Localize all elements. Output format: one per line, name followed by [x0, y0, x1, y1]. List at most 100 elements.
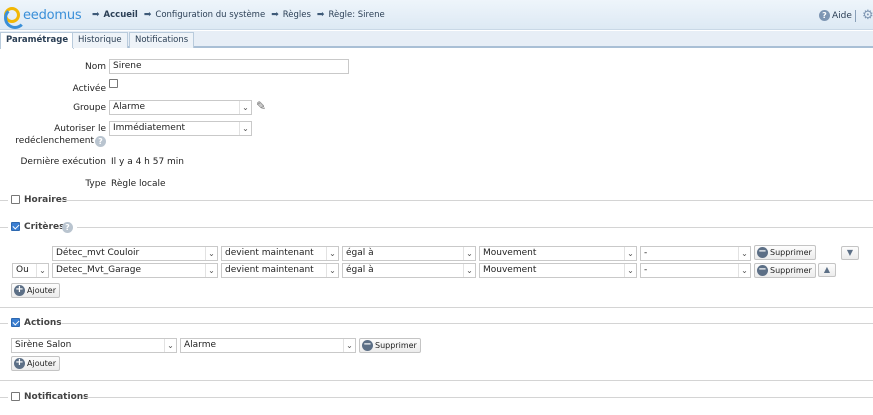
type-value: Règle locale: [111, 179, 166, 189]
criteres-checkbox[interactable]: [11, 222, 20, 231]
critere-condition-value: devient maintenant: [225, 265, 314, 275]
arrow-right-icon: ➡: [92, 10, 100, 20]
section-divider: [65, 200, 873, 201]
criteres-add-label: Ajouter: [27, 286, 57, 295]
tab-notifications[interactable]: Notifications: [129, 32, 195, 48]
chevron-down-icon: ⌄: [164, 339, 176, 352]
chevron-down-icon: ⌄: [239, 101, 251, 114]
action-value-value: Alarme: [184, 340, 217, 350]
critere-value-value: Mouvement: [483, 265, 537, 275]
pencil-icon[interactable]: ✎: [256, 99, 266, 113]
question-icon[interactable]: ?: [62, 222, 73, 233]
activee-label: Activée: [72, 84, 106, 94]
chevron-down-icon: ⌄: [205, 264, 217, 277]
critere-delete-label: Supprimer: [770, 248, 812, 257]
critere-device-select[interactable]: Détec_mvt Couloir ⌄: [52, 246, 218, 261]
minus-circle-icon: −: [757, 264, 768, 276]
actions-checkbox[interactable]: [11, 318, 20, 327]
triangle-down-icon: ▼: [846, 248, 854, 257]
tab-historique[interactable]: Historique: [72, 32, 128, 48]
help-label: Aide: [832, 10, 852, 21]
chevron-down-icon: ⌄: [624, 247, 636, 260]
criteres-add-button[interactable]: + Ajouter: [11, 283, 61, 298]
critere-value-select[interactable]: Mouvement ⌄: [479, 263, 637, 278]
nom-input[interactable]: Sirene: [109, 59, 349, 74]
chevron-down-icon: ⌄: [463, 247, 475, 260]
autoriser-label-line2: redéclenchement: [15, 136, 94, 146]
chevron-down-icon: ⌄: [239, 122, 251, 135]
criteres-title: Critères: [24, 222, 65, 232]
critere-extra-select[interactable]: - ⌄: [640, 263, 751, 278]
groupe-label: Groupe: [73, 103, 106, 113]
help-icon: ?: [819, 10, 830, 21]
chevron-down-icon: ⌄: [36, 264, 48, 277]
critere-operator-select[interactable]: égal à ⌄: [342, 263, 476, 278]
minus-circle-icon: −: [362, 339, 373, 351]
section-divider: [0, 307, 873, 308]
critere-value-value: Mouvement: [483, 248, 537, 258]
arrow-right-icon: ➡: [143, 10, 152, 20]
help-link[interactable]: ? Aide: [819, 10, 852, 21]
breadcrumb: ➡ Accueil ➡ Configuration du système ➡ R…: [92, 10, 385, 20]
move-down-button[interactable]: ▼: [841, 246, 859, 260]
action-device-value: Sirène Salon: [15, 340, 72, 350]
chevron-down-icon: ⌄: [738, 247, 750, 260]
eedomus-logo[interactable]: eedomus: [4, 7, 82, 29]
critere-device-value: Détec_mvt Couloir: [56, 248, 140, 258]
critere-extra-select[interactable]: - ⌄: [640, 246, 751, 261]
logo-icon: [4, 7, 26, 29]
critere-operator-select[interactable]: égal à ⌄: [342, 246, 476, 261]
breadcrumb-config[interactable]: Configuration du système: [155, 10, 265, 20]
critere-value-select[interactable]: Mouvement ⌄: [479, 246, 637, 261]
tab-bar: Paramétrage Historique Notifications: [0, 31, 873, 49]
horaires-checkbox[interactable]: [11, 195, 20, 204]
chevron-down-icon: ⌄: [463, 264, 475, 277]
section-divider: [0, 323, 8, 324]
move-up-button[interactable]: ▲: [818, 263, 836, 277]
critere-extra-value: -: [644, 265, 648, 275]
autoriser-value: Immédiatement: [113, 123, 186, 133]
section-divider: [84, 397, 873, 398]
critere-condition-select[interactable]: devient maintenant ⌄: [221, 263, 339, 278]
section-divider: [77, 227, 873, 228]
arrow-right-icon: ➡: [271, 10, 279, 20]
critere-connector-select[interactable]: Ou ⌄: [12, 263, 49, 278]
action-delete-label: Supprimer: [375, 341, 417, 350]
breadcrumb-regles[interactable]: Règles: [283, 10, 311, 20]
question-icon[interactable]: ?: [95, 136, 106, 147]
type-label: Type: [85, 179, 106, 189]
breadcrumb-current: Règle: Sirene: [328, 10, 385, 20]
chevron-down-icon: ⌄: [326, 264, 338, 277]
groupe-value: Alarme: [113, 102, 146, 112]
critere-extra-value: -: [644, 248, 648, 258]
activee-checkbox[interactable]: [109, 79, 118, 88]
chevron-down-icon: ⌄: [624, 264, 636, 277]
action-device-select[interactable]: Sirène Salon ⌄: [11, 338, 177, 353]
critere-delete-label: Supprimer: [770, 266, 812, 275]
toolbar-divider: [855, 10, 856, 22]
chevron-down-icon: ⌄: [343, 339, 355, 352]
section-divider: [0, 227, 8, 228]
arrow-right-icon: ➡: [316, 10, 325, 20]
actions-title: Actions: [24, 318, 62, 328]
notifications-checkbox[interactable]: [11, 392, 20, 401]
critere-device-value: Detec_Mvt_Garage: [56, 265, 142, 275]
gear-icon[interactable]: ⚙: [862, 8, 873, 23]
derniere-execution-label: Dernière exécution: [20, 157, 106, 167]
critere-delete-button[interactable]: − Supprimer: [754, 263, 816, 278]
breadcrumb-home[interactable]: Accueil: [104, 10, 138, 20]
section-divider: [62, 323, 873, 324]
critere-condition-value: devient maintenant: [225, 248, 314, 258]
actions-add-button[interactable]: + Ajouter: [11, 356, 61, 371]
derniere-execution-value: Il y a 4 h 57 min: [111, 157, 185, 167]
action-delete-button[interactable]: − Supprimer: [359, 338, 421, 353]
action-value-select[interactable]: Alarme ⌄: [180, 338, 356, 353]
critere-operator-value: égal à: [346, 265, 374, 275]
critere-condition-select[interactable]: devient maintenant ⌄: [221, 246, 339, 261]
autoriser-select[interactable]: Immédiatement ⌄: [109, 121, 252, 136]
chevron-down-icon: ⌄: [326, 247, 338, 260]
groupe-select[interactable]: Alarme ⌄: [109, 100, 252, 115]
tab-parametrage[interactable]: Paramétrage: [0, 32, 75, 49]
critere-delete-button[interactable]: − Supprimer: [754, 245, 816, 260]
critere-device-select[interactable]: Detec_Mvt_Garage ⌄: [52, 263, 218, 278]
